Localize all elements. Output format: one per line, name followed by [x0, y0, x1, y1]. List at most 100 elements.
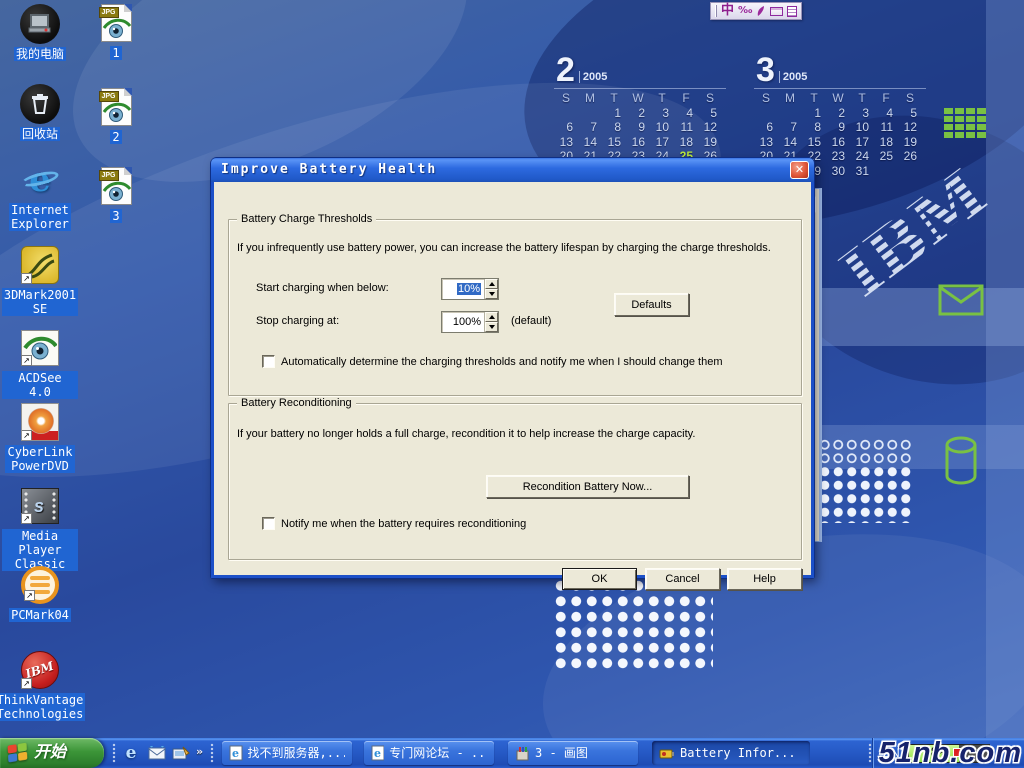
pen-icon[interactable] — [756, 5, 766, 17]
calendar-day-of-week: S — [698, 91, 722, 106]
desktop-icon-label: CyberLink PowerDVD — [5, 445, 74, 473]
notify-reconditioning-checkbox[interactable] — [262, 517, 275, 530]
calendar-day — [898, 164, 922, 179]
desktop-icon-recycle-bin[interactable]: 回收站 — [2, 84, 78, 141]
desktop-icon-3dmark2001[interactable]: ↗ 3DMark2001 SE — [2, 245, 78, 316]
start-button[interactable]: 开始 — [0, 738, 104, 768]
improve-battery-health-dialog: Improve Battery Health ✕ Battery Charge … — [211, 158, 814, 578]
outlook-express-icon[interactable] — [146, 742, 168, 764]
ok-button[interactable]: OK — [562, 568, 637, 590]
wallpaper-vertical-band — [986, 0, 1024, 768]
soft-keyboard-icon[interactable] — [770, 7, 783, 16]
jpg-file-icon: JPG — [96, 87, 136, 127]
stop-charging-spinner[interactable]: 100% — [441, 311, 499, 333]
dialog-titlebar[interactable]: Improve Battery Health ✕ — [211, 158, 814, 182]
stop-charging-value[interactable]: 100% — [442, 312, 484, 332]
3dmark2001-icon: ↗ — [20, 245, 60, 285]
internet-explorer-icon[interactable]: e — [120, 742, 142, 764]
calendar-day-of-week: W — [626, 91, 650, 106]
calendar-day: 10 — [650, 120, 674, 135]
calendar-day — [578, 106, 602, 121]
battery-meter[interactable]: 58% — [908, 744, 990, 763]
spin-down-icon[interactable] — [485, 322, 498, 332]
spreadsheet-grid-icon — [944, 108, 990, 144]
desktop-icon-label: 1 — [110, 46, 121, 60]
wallpaper-horizontal-band — [818, 425, 1024, 469]
calendar-day — [778, 106, 802, 121]
powerdvd-icon: ↗ — [20, 402, 60, 442]
desktop-icon-acdsee[interactable]: ↗ ACDSee 4.0 — [2, 328, 78, 399]
auto-determine-checkbox[interactable] — [262, 355, 275, 368]
start-charging-value[interactable]: 10% — [442, 279, 484, 299]
taskbar-task-server-not-found[interactable]: e 找不到服务器,... — [222, 741, 352, 765]
calendar-day: 12 — [898, 120, 922, 135]
close-icon[interactable]: ✕ — [790, 161, 809, 179]
taskbar-task-forum[interactable]: e 专门网论坛 - ... — [364, 741, 494, 765]
start-charging-spinner[interactable]: 10% — [441, 278, 499, 300]
defaults-button[interactable]: Defaults — [614, 293, 689, 316]
calendar-day: 2 — [826, 106, 850, 121]
battery-reconditioning-group: Battery Reconditioning If your battery n… — [228, 403, 802, 560]
calendar-day: 9 — [626, 120, 650, 135]
spin-up-icon[interactable] — [485, 279, 498, 289]
taskbar-task-battery-information[interactable]: Battery Infor... — [652, 741, 810, 765]
windows-flag-icon — [8, 742, 29, 763]
spin-up-icon[interactable] — [485, 312, 498, 322]
quicklaunch-overflow-chevron[interactable]: » — [196, 744, 203, 760]
shortcut-arrow-badge: ↗ — [24, 590, 35, 601]
calendar-day: 17 — [650, 135, 674, 150]
desktop-icon-thinkvantage[interactable]: IBM ↗ ThinkVantage Technologies — [2, 650, 78, 721]
thresholds-description: If you infrequently use battery power, y… — [237, 242, 797, 255]
calendar-day: 4 — [674, 106, 698, 121]
desktop-icon-jpg-2[interactable]: JPG 2 — [80, 87, 152, 144]
spin-down-icon[interactable] — [485, 289, 498, 299]
recondition-battery-now-button[interactable]: Recondition Battery Now... — [486, 475, 689, 498]
desktop-icon-jpg-3[interactable]: JPG 3 — [80, 166, 152, 223]
battery-percent: 58% — [923, 746, 946, 762]
calendar-day-of-week: S — [898, 91, 922, 106]
desktop-icon-media-player-classic[interactable]: s ↗ Media Player Classic — [2, 486, 78, 571]
quicklaunch-separator[interactable] — [112, 743, 116, 763]
ime-mode-indicator[interactable]: 中 — [721, 4, 734, 18]
desktop-icon-internet-explorer[interactable]: e Internet Explorer — [2, 160, 78, 231]
desktop-icon-powerdvd[interactable]: ↗ CyberLink PowerDVD — [2, 402, 78, 473]
calendar-day: 8 — [602, 120, 626, 135]
punctuation-icon[interactable]: ‰ — [738, 5, 752, 17]
calendar-day: 14 — [778, 135, 802, 150]
start-charging-label: Start charging when below: — [256, 282, 389, 295]
calendar-year: 2005 — [779, 71, 807, 83]
desktop-icon-label: ThinkVantage Technologies — [0, 693, 85, 721]
calendar-day-of-week: M — [578, 91, 602, 106]
ime-grip[interactable] — [715, 5, 717, 17]
show-desktop-icon[interactable] — [170, 742, 192, 764]
cancel-button[interactable]: Cancel — [645, 568, 720, 590]
desktop-icon-pcmark04[interactable]: ↗ PCMark04 — [2, 565, 78, 622]
pcmark04-icon: ↗ — [20, 565, 60, 605]
options-menu-icon[interactable] — [787, 6, 797, 17]
recycle-bin-icon — [20, 84, 60, 124]
calendar-day — [874, 164, 898, 179]
language-indicator[interactable]: EN — [883, 746, 900, 760]
help-button[interactable]: Help — [727, 568, 802, 590]
taskbar-task-paint[interactable]: 3 - 画图 — [508, 741, 638, 765]
calendar-day: 23 — [826, 149, 850, 164]
notify-reconditioning-checkbox-label[interactable]: Notify me when the battery requires reco… — [281, 518, 701, 531]
calendar-day-of-week: T — [602, 91, 626, 106]
svg-text:e: e — [232, 747, 239, 760]
calendar-day: 11 — [874, 120, 898, 135]
calendar-day: 5 — [898, 106, 922, 121]
calendar-day: 16 — [826, 135, 850, 150]
stop-charging-label: Stop charging at: — [256, 315, 339, 328]
quicklaunch-separator[interactable] — [210, 743, 214, 763]
calendar-day: 1 — [802, 106, 826, 121]
tray-notification-icon[interactable] — [953, 748, 962, 757]
desktop-icon-my-computer[interactable]: 我的电脑 — [2, 4, 78, 61]
shortcut-arrow-badge: ↗ — [21, 355, 32, 366]
auto-determine-checkbox-label[interactable]: Automatically determine the charging thr… — [281, 356, 791, 369]
calendar-day-of-week: F — [674, 91, 698, 106]
ime-language-bar[interactable]: 中 ‰ — [710, 2, 802, 20]
paint-icon — [515, 746, 530, 761]
calendar-day: 9 — [826, 120, 850, 135]
calendar-day: 31 — [850, 164, 874, 179]
desktop-icon-jpg-1[interactable]: JPG 1 — [80, 3, 152, 60]
